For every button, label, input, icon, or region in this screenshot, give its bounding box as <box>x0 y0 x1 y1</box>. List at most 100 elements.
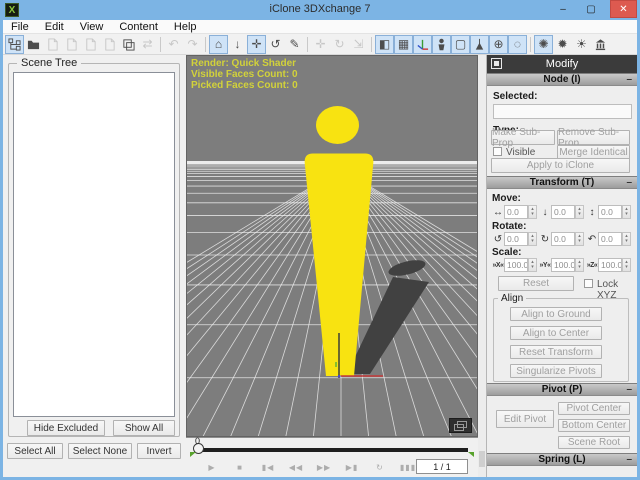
rotate-row-value-y[interactable]: 0.0 <box>551 232 575 246</box>
export-3ds-button[interactable] <box>43 35 62 54</box>
scale-object-button[interactable]: ⇲ <box>349 35 368 54</box>
move-row-stepper[interactable]: ▴▾ <box>575 205 584 219</box>
node-section-header[interactable]: Node (I) – <box>487 73 637 86</box>
export-fbx-button[interactable] <box>62 35 81 54</box>
undo-button[interactable]: ↶ <box>164 35 183 54</box>
bottom-center-button[interactable]: Bottom Center <box>558 419 630 432</box>
scale-row-stepper[interactable]: ▴▾ <box>622 258 631 272</box>
select-none-button[interactable]: Select None <box>68 443 132 459</box>
scale-row-value-y[interactable]: 100.0 <box>551 258 575 272</box>
loop-button[interactable]: ↻ <box>368 459 392 475</box>
reset-transform-values-button[interactable]: Reset <box>498 276 574 291</box>
menu-content[interactable]: Content <box>111 20 166 34</box>
maximize-button[interactable]: ▢ <box>578 0 604 18</box>
scene-tree-list[interactable] <box>13 72 175 417</box>
collapse-node-icon[interactable]: – <box>626 74 632 86</box>
rotate-row-stepper[interactable]: ▴▾ <box>575 232 584 246</box>
viewport-layout-button[interactable] <box>449 418 472 433</box>
splitter-handle[interactable] <box>479 451 485 467</box>
spot-light-button[interactable]: ✹ <box>553 35 572 54</box>
timeline-track[interactable] <box>198 448 468 452</box>
visible-checkbox[interactable] <box>493 147 502 156</box>
viewport-3d[interactable]: Render: Quick Shader Visible Faces Count… <box>186 55 478 437</box>
make-sub-prop-button[interactable]: Make Sub-Prop <box>491 130 555 145</box>
scale-row-value-z[interactable]: 100.0 <box>598 258 622 272</box>
ambient-light-button[interactable] <box>591 35 610 54</box>
spring-section-header[interactable]: Spring (L) – <box>487 453 637 466</box>
rotate-row-stepper[interactable]: ▴▾ <box>622 232 631 246</box>
menu-view[interactable]: View <box>72 20 112 34</box>
sun-light-button[interactable]: ☀ <box>572 35 591 54</box>
selected-node-field[interactable] <box>493 104 632 119</box>
export-obj-button[interactable] <box>81 35 100 54</box>
toggle-figure-button[interactable] <box>432 35 451 54</box>
rotate-row-value-x[interactable]: 0.0 <box>504 232 528 246</box>
toggle-selection-button[interactable]: ◌ <box>508 35 527 54</box>
toggle-pivot-button[interactable] <box>470 35 489 54</box>
rotate-object-button[interactable]: ↻ <box>330 35 349 54</box>
move-camera-button[interactable]: ✛ <box>247 35 266 54</box>
menu-help[interactable]: Help <box>166 20 205 34</box>
collapse-spring-icon[interactable]: – <box>626 454 632 466</box>
move-row-value-z[interactable]: 0.0 <box>598 205 622 219</box>
home-camera-button[interactable]: ⌂ <box>209 35 228 54</box>
transform-section-header[interactable]: Transform (T) – <box>487 176 637 189</box>
open-file-button[interactable] <box>24 35 43 54</box>
pivot-center-button[interactable]: Pivot Center <box>558 402 630 415</box>
zoom-camera-button[interactable]: ✎ <box>285 35 304 54</box>
scale-row-value-x[interactable]: 100.0 <box>504 258 528 272</box>
export-bvh-button[interactable] <box>100 35 119 54</box>
dock-toggle-icon[interactable] <box>491 58 502 69</box>
move-to-ground-button[interactable]: ↓ <box>228 35 247 54</box>
singularize-pivots-button[interactable]: Singularize Pivots <box>510 364 602 378</box>
pivot-section-header[interactable]: Pivot (P) – <box>487 383 637 396</box>
last-frame-button[interactable]: ▶▮ <box>340 459 364 475</box>
minimize-button[interactable]: – <box>550 0 576 18</box>
collapse-transform-icon[interactable]: – <box>626 177 632 189</box>
move-row-value-x[interactable]: 0.0 <box>504 205 528 219</box>
menu-edit[interactable]: Edit <box>37 20 72 34</box>
scale-row-stepper[interactable]: ▴▾ <box>575 258 584 272</box>
hide-excluded-button[interactable]: Hide Excluded <box>27 420 105 436</box>
panel-splitter[interactable] <box>478 55 486 477</box>
reset-transform-button[interactable]: Reset Transform <box>510 345 602 359</box>
next-frame-button[interactable]: ▶▶ <box>312 459 336 475</box>
rotate-camera-button[interactable]: ↺ <box>266 35 285 54</box>
frame-counter[interactable]: 1 / 1 <box>416 459 468 474</box>
collapse-pivot-icon[interactable]: – <box>626 384 632 396</box>
toggle-wireframe-button[interactable]: ⊕ <box>489 35 508 54</box>
rotate-row-value-z[interactable]: 0.0 <box>598 232 622 246</box>
menu-file[interactable]: File <box>3 20 37 34</box>
align-to-ground-button[interactable]: Align to Ground <box>510 307 602 321</box>
scene-root-button[interactable]: Scene Root <box>558 436 630 449</box>
point-light-button[interactable]: ✺ <box>534 35 553 54</box>
move-row-value-y[interactable]: 0.0 <box>551 205 575 219</box>
toggle-shadow-button[interactable]: ▢ <box>451 35 470 54</box>
move-row-stepper[interactable]: ▴▾ <box>528 205 537 219</box>
apply-to-iclone-button[interactable]: Apply to iClone <box>491 158 630 173</box>
rotate-row-stepper[interactable]: ▴▾ <box>528 232 537 246</box>
close-button[interactable]: ✕ <box>610 0 637 18</box>
stop-button[interactable]: ■ <box>228 459 252 475</box>
apply-content-button[interactable] <box>119 35 138 54</box>
export-to-iclone-button[interactable]: ⇄ <box>138 35 157 54</box>
move-object-button[interactable]: ✛ <box>311 35 330 54</box>
scene-tree-toggle-button[interactable] <box>5 35 24 54</box>
play-button[interactable]: ▶ <box>200 459 224 475</box>
lock-xyz-checkbox[interactable] <box>584 279 593 288</box>
toggle-axis-button[interactable] <box>413 35 432 54</box>
first-frame-button[interactable]: ▮◀ <box>256 459 280 475</box>
titlebar[interactable]: X iClone 3DXchange 7 – ▢ ✕ <box>0 0 640 20</box>
scale-row-stepper[interactable]: ▴▾ <box>528 258 537 272</box>
invert-selection-button[interactable]: Invert <box>137 443 181 459</box>
show-all-button[interactable]: Show All <box>113 420 175 436</box>
remove-sub-prop-button[interactable]: Remove Sub-Prop <box>557 130 630 145</box>
prev-frame-button[interactable]: ◀◀ <box>284 459 308 475</box>
redo-button[interactable]: ↷ <box>183 35 202 54</box>
align-to-center-button[interactable]: Align to Center <box>510 326 602 340</box>
toggle-grid-button[interactable]: ▦ <box>394 35 413 54</box>
select-all-button[interactable]: Select All <box>7 443 63 459</box>
move-row-stepper[interactable]: ▴▾ <box>622 205 631 219</box>
edit-pivot-button[interactable]: Edit Pivot <box>496 410 554 428</box>
toggle-background-button[interactable]: ◧ <box>375 35 394 54</box>
